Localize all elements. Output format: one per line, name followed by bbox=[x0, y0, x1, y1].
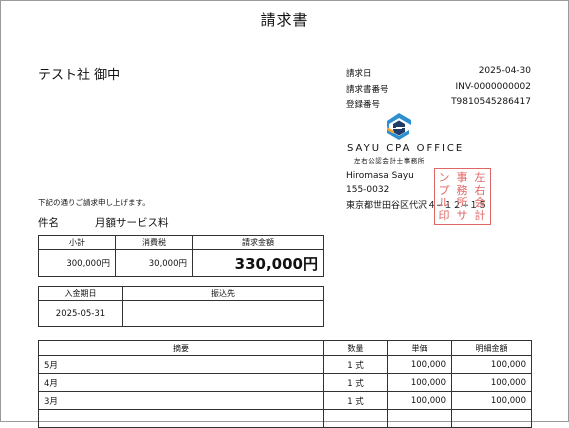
item-description: 3月 bbox=[38, 391, 324, 410]
due-date-value: 2025-05-31 bbox=[38, 300, 123, 327]
issuer-postal: 155-0032 bbox=[346, 185, 390, 195]
bank-value bbox=[122, 300, 324, 327]
total-amount: 330,000円 bbox=[192, 249, 324, 277]
issue-date-label: 請求日 bbox=[346, 69, 372, 79]
item-amount: 100,000 bbox=[451, 355, 532, 374]
seal-text-col-2: 事務所サ bbox=[456, 171, 468, 222]
table-row: 5月 1 式 100,000 100,000 bbox=[38, 355, 532, 374]
seal-text-col-3: ンプル印 bbox=[438, 171, 450, 222]
office-name-jp: 左右公認会計士事務所 bbox=[354, 157, 425, 165]
item-quantity: 1 式 bbox=[323, 391, 388, 410]
sayu-cpa-logo-icon bbox=[385, 112, 413, 142]
subject-label: 件名 bbox=[38, 217, 59, 229]
document-title: 請求書 bbox=[260, 11, 309, 29]
payment-table: 入金期日 振込先 2025-05-31 bbox=[38, 286, 324, 327]
invoice-number-label: 請求書番号 bbox=[346, 85, 389, 95]
table-row: 3月 1 式 100,000 100,000 bbox=[38, 391, 532, 410]
company-seal-stamp: 左右会計 事務所サ ンプル印 bbox=[434, 168, 491, 225]
office-name: SAYU CPA OFFICE bbox=[347, 143, 465, 154]
quantity-header: 数量 bbox=[323, 340, 388, 356]
issuer-person: Hiromasa Sayu bbox=[346, 171, 414, 181]
customer-name: テスト社 御中 bbox=[38, 68, 121, 83]
tax-value: 30,000円 bbox=[115, 249, 193, 277]
item-description: 5月 bbox=[38, 355, 324, 374]
description-header: 摘要 bbox=[38, 340, 324, 356]
issue-date-value: 2025-04-30 bbox=[478, 66, 531, 76]
invoice-note: 下記の通りご請求申し上げます。 bbox=[38, 198, 150, 207]
item-amount: 100,000 bbox=[451, 391, 532, 410]
item-description: 4月 bbox=[38, 373, 324, 392]
tax-header: 消費税 bbox=[115, 235, 193, 250]
item-quantity: 1 式 bbox=[323, 373, 388, 392]
table-row-empty bbox=[38, 409, 532, 428]
item-unit-price: 100,000 bbox=[387, 391, 452, 410]
subject-value: 月額サービス料 bbox=[95, 217, 169, 229]
subtotal-header: 小計 bbox=[38, 235, 116, 250]
due-date-header: 入金期日 bbox=[38, 286, 123, 301]
unit-price-header: 単価 bbox=[387, 340, 452, 356]
registration-number-label: 登録番号 bbox=[346, 100, 381, 110]
registration-number-value: T9810545286417 bbox=[451, 97, 531, 107]
subtotal-value: 300,000円 bbox=[38, 249, 116, 277]
seal-text-col-1: 左右会計 bbox=[474, 171, 486, 222]
bank-header: 振込先 bbox=[122, 286, 324, 301]
total-header: 請求金額 bbox=[192, 235, 324, 250]
item-unit-price: 100,000 bbox=[387, 373, 452, 392]
items-table: 摘要 数量 単価 明細金額 5月 1 式 100,000 100,000 4月 … bbox=[38, 340, 532, 428]
item-unit-price: 100,000 bbox=[387, 355, 452, 374]
item-amount: 100,000 bbox=[451, 373, 532, 392]
amount-header: 明細金額 bbox=[451, 340, 532, 356]
item-quantity: 1 式 bbox=[323, 355, 388, 374]
invoice-number-value: INV-0000000002 bbox=[455, 82, 531, 92]
table-row: 4月 1 式 100,000 100,000 bbox=[38, 373, 532, 392]
summary-table: 小計 消費税 請求金額 300,000円 30,000円 330,000円 bbox=[38, 235, 324, 277]
